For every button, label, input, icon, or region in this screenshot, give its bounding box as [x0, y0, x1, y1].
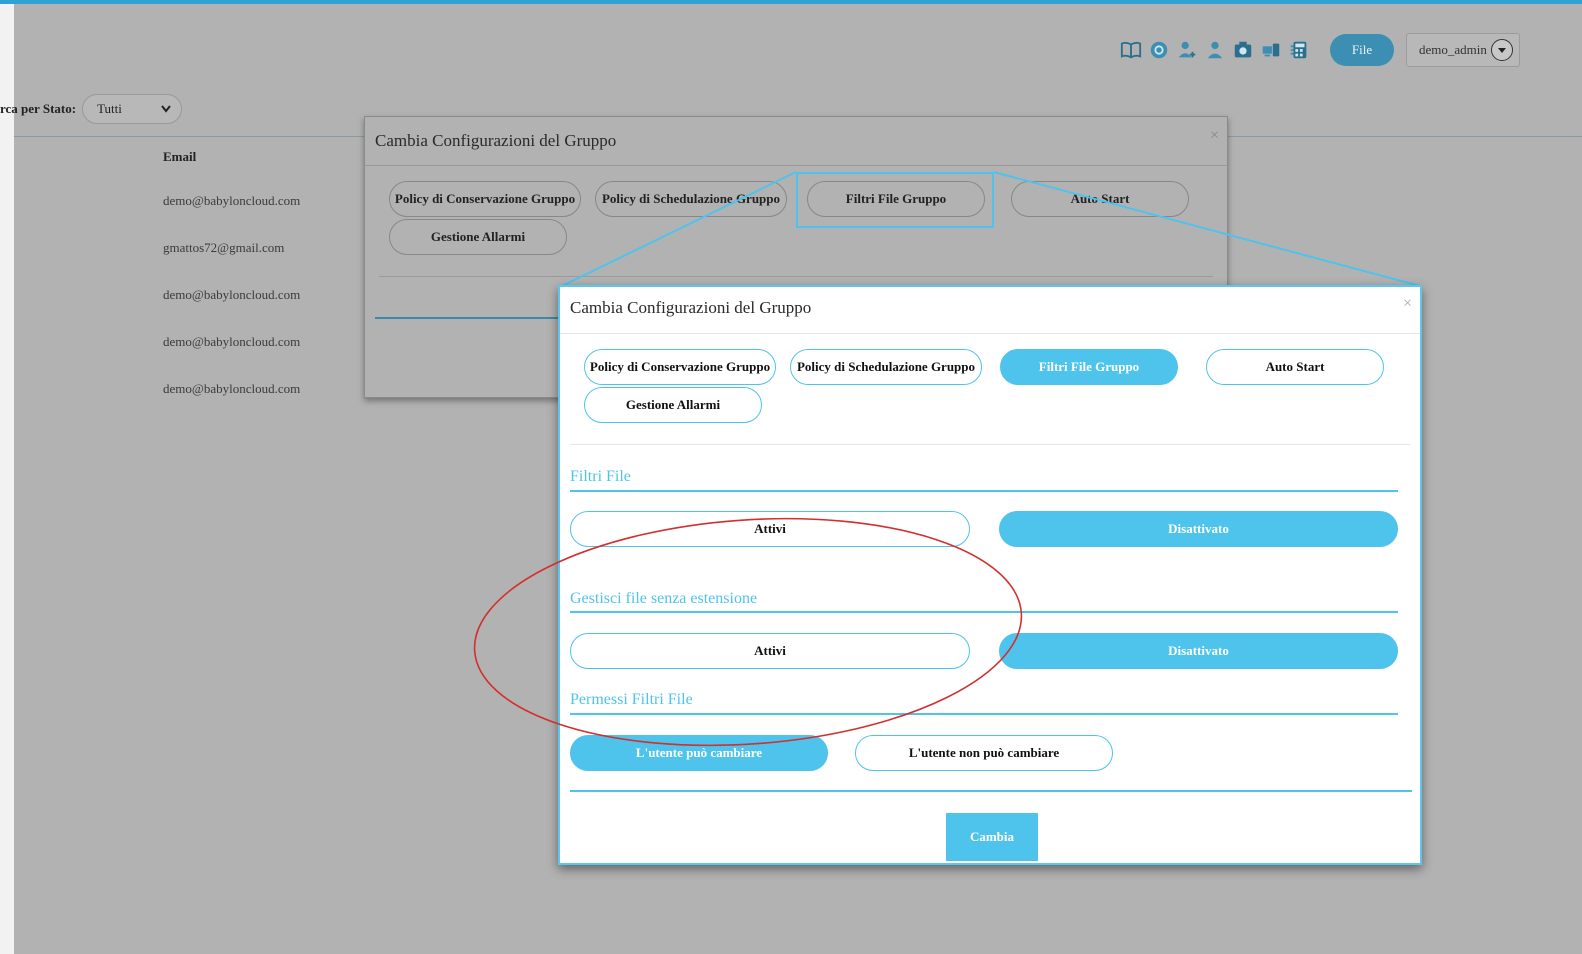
section-title-permissions: Permessi Filtri File	[570, 691, 693, 708]
section-title-no-extension: Gestisci file senza estensione	[570, 590, 758, 607]
section-underline	[570, 490, 1398, 492]
file-filters-enable-button[interactable]: Attivi	[570, 511, 970, 547]
chevron-down-icon	[161, 101, 171, 117]
tab-schedule-policy[interactable]: Policy di Schedulazione Gruppo	[790, 349, 982, 385]
zoom-highlight-box	[796, 172, 994, 228]
divider	[570, 444, 1410, 445]
table-cell-email: demo@babyloncloud.com	[163, 334, 301, 349]
user-menu[interactable]: demo_admin	[1406, 33, 1520, 67]
toolbar: File demo_admin	[1118, 32, 1520, 68]
top-accent-bar	[0, 0, 1582, 4]
chevron-down-icon[interactable]	[1491, 39, 1513, 61]
user-cannot-change-button[interactable]: L'utente non può cambiare	[855, 735, 1113, 771]
tab-auto-start[interactable]: Auto Start	[1206, 349, 1384, 385]
status-select-value: Tutti	[97, 101, 122, 116]
tab-retention-policy[interactable]: Policy di Conservazione Gruppo	[389, 181, 581, 217]
divider	[379, 276, 1213, 277]
user-can-change-button[interactable]: L'utente può cambiare	[570, 735, 828, 771]
close-icon[interactable]: ×	[1210, 127, 1219, 145]
status-select[interactable]: Tutti	[82, 94, 183, 124]
section-title-file-filters: Filtri File	[570, 468, 631, 485]
status-filter: rca per Stato: Tutti	[0, 94, 183, 124]
tab-alarm-management[interactable]: Gestione Allarmi	[584, 387, 762, 423]
camera-icon[interactable]	[1230, 37, 1256, 63]
group-config-dialog: Cambia Configurazioni del Gruppo × Polic…	[558, 285, 1422, 865]
table-cell-email: demo@babyloncloud.com	[163, 193, 301, 208]
file-button[interactable]: File	[1330, 34, 1394, 66]
status-filter-label: rca per Stato:	[0, 101, 77, 116]
table-cell-email: gmattos72@gmail.com	[163, 240, 285, 255]
settings-circle-icon[interactable]	[1146, 37, 1172, 63]
column-header-email: Email	[163, 149, 197, 164]
email-list: demo@babyloncloud.com gmattos72@gmail.co…	[163, 193, 300, 428]
dialog-title: Cambia Configurazioni del Gruppo	[375, 131, 617, 150]
tab-alarm-management[interactable]: Gestione Allarmi	[389, 219, 567, 255]
left-edge	[0, 4, 14, 954]
no-extension-enable-button[interactable]: Attivi	[570, 633, 970, 669]
book-icon[interactable]	[1118, 37, 1144, 63]
section-underline	[570, 611, 1398, 613]
close-icon[interactable]: ×	[1403, 295, 1412, 313]
tab-auto-start[interactable]: Auto Start	[1011, 181, 1189, 217]
no-extension-disable-button[interactable]: Disattivato	[999, 633, 1398, 669]
divider	[560, 333, 1420, 334]
file-filters-disable-button[interactable]: Disattivato	[999, 511, 1398, 547]
section-underline	[570, 713, 1398, 715]
footer-divider	[570, 790, 1412, 792]
tab-file-filters[interactable]: Filtri File Gruppo	[1000, 349, 1178, 385]
user-add-icon[interactable]	[1174, 37, 1200, 63]
username-label: demo_admin	[1419, 42, 1487, 57]
devices-icon[interactable]	[1258, 37, 1284, 63]
tab-schedule-policy[interactable]: Policy di Schedulazione Gruppo	[595, 181, 787, 217]
user-icon[interactable]	[1202, 37, 1228, 63]
dialog-title: Cambia Configurazioni del Gruppo	[570, 298, 812, 317]
divider	[365, 165, 1227, 166]
calculator-icon[interactable]	[1286, 37, 1312, 63]
tab-retention-policy[interactable]: Policy di Conservazione Gruppo	[584, 349, 776, 385]
table-cell-email: demo@babyloncloud.com	[163, 381, 301, 396]
change-button[interactable]: Cambia	[946, 813, 1038, 861]
table-cell-email: demo@babyloncloud.com	[163, 287, 301, 302]
